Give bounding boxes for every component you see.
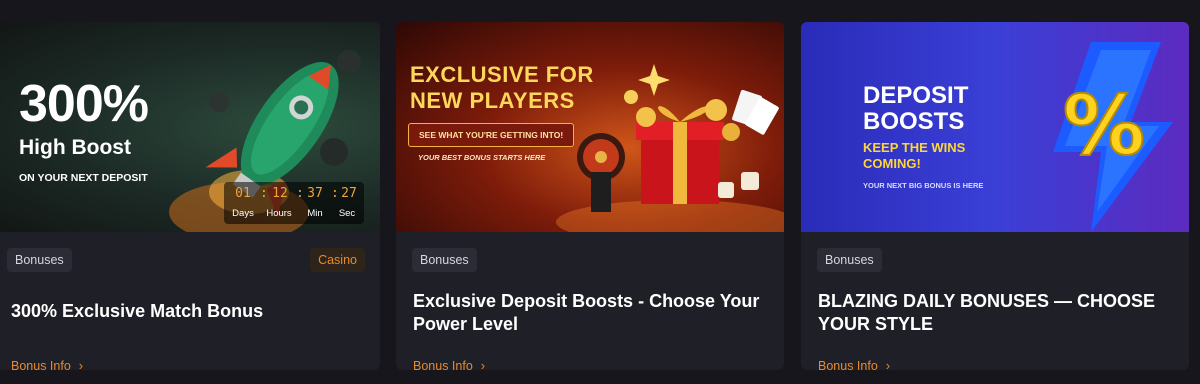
timer-days-value: 01: [235, 186, 251, 201]
bonus-info-link[interactable]: Bonus Info ›: [818, 358, 890, 370]
banner-footer: YOUR NEXT BIG BONUS IS HERE: [863, 181, 984, 190]
timer-days-label: Days: [232, 208, 254, 219]
boost-subline: High Boost: [19, 136, 131, 159]
promo-card[interactable]: % DEPOSIT BOOSTS KEEP THE WINS COMING! Y…: [801, 22, 1189, 370]
bonus-info-label: Bonus Info: [818, 359, 878, 370]
tag-bonuses[interactable]: Bonuses: [7, 248, 72, 272]
timer-hours-label: Hours: [266, 208, 292, 219]
promo-banner-image[interactable]: % DEPOSIT BOOSTS KEEP THE WINS COMING! Y…: [801, 22, 1189, 232]
countdown-timer: 01 : 12 : 37 : 27 Days Hours Min Sec: [224, 182, 364, 224]
bonus-info-label: Bonus Info: [413, 359, 473, 370]
boost-note: ON YOUR NEXT DEPOSIT: [19, 172, 148, 184]
promo-card[interactable]: EXCLUSIVE FOR NEW PLAYERS SEE WHAT YOU'R…: [396, 22, 784, 370]
card-title[interactable]: Exclusive Deposit Boosts - Choose Your P…: [413, 290, 770, 336]
promo-banner-image[interactable]: EXCLUSIVE FOR NEW PLAYERS SEE WHAT YOU'R…: [396, 22, 784, 232]
banner-headline-line1: DEPOSIT: [863, 82, 969, 109]
tag-casino[interactable]: Casino: [310, 248, 365, 272]
banner-kicker-line1: KEEP THE WINS: [863, 140, 966, 155]
timer-min-label: Min: [307, 208, 323, 219]
timer-sec-label: Sec: [338, 208, 356, 219]
bonus-info-link[interactable]: Bonus Info ›: [413, 358, 485, 370]
tag-bonuses[interactable]: Bonuses: [412, 248, 477, 272]
promotions-row: 300% High Boost ON YOUR NEXT DEPOSIT 01 …: [0, 0, 1200, 384]
boost-percent: 300%: [19, 75, 149, 133]
timer-sec-value: 27: [341, 186, 357, 201]
bonus-info-label: Bonus Info: [11, 359, 71, 370]
bonus-info-link[interactable]: Bonus Info ›: [11, 358, 83, 370]
tag-bonuses[interactable]: Bonuses: [817, 248, 882, 272]
chevron-right-icon: ›: [480, 358, 486, 370]
chevron-right-icon: ›: [78, 358, 84, 370]
banner-headline-line2: BOOSTS: [863, 108, 965, 135]
percent-symbol: %: [1063, 79, 1145, 174]
card-title[interactable]: 300% Exclusive Match Bonus: [11, 300, 366, 323]
promo-banner-image[interactable]: 300% High Boost ON YOUR NEXT DEPOSIT 01 …: [0, 22, 380, 232]
banner-footer: YOUR BEST BONUS STARTS HERE: [418, 153, 546, 162]
chevron-right-icon: ›: [885, 358, 891, 370]
banner-headline-line1: EXCLUSIVE FOR: [410, 62, 594, 87]
promo-card[interactable]: 300% High Boost ON YOUR NEXT DEPOSIT 01 …: [0, 22, 380, 370]
banner-kicker-line2: COMING!: [863, 156, 921, 171]
percent-bolt-illustration: %: [1053, 42, 1173, 232]
card-title[interactable]: BLAZING DAILY BONUSES — CHOOSE YOUR STYL…: [818, 290, 1175, 336]
banner-cta[interactable]: SEE WHAT YOU'RE GETTING INTO!: [408, 123, 575, 147]
timer-hours-value: 12: [272, 186, 288, 201]
banner-headline-line2: NEW PLAYERS: [410, 88, 575, 113]
timer-min-value: 37: [307, 186, 323, 201]
